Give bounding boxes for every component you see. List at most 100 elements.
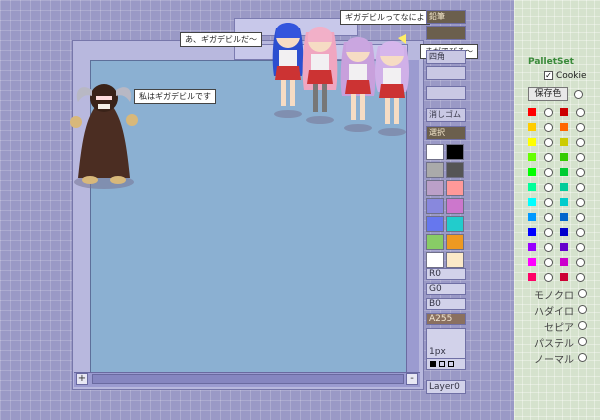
color-swatch[interactable] bbox=[446, 162, 464, 178]
color-swatch[interactable] bbox=[446, 252, 464, 268]
palette-radio[interactable] bbox=[576, 258, 585, 267]
palette-radio[interactable] bbox=[544, 153, 553, 162]
tool-eraser[interactable]: 消しゴム bbox=[426, 108, 466, 122]
preset-label: ハダイロ bbox=[534, 307, 574, 318]
palette-radio[interactable] bbox=[576, 168, 585, 177]
palette-radio[interactable] bbox=[544, 258, 553, 267]
brush-shape-small[interactable] bbox=[448, 361, 454, 367]
palette-radio[interactable] bbox=[576, 213, 585, 222]
palette-swatch[interactable] bbox=[528, 183, 536, 191]
palette-swatch[interactable] bbox=[528, 198, 536, 206]
palette-swatch[interactable] bbox=[560, 138, 568, 146]
palette-swatch[interactable] bbox=[528, 228, 536, 236]
palette-radio[interactable] bbox=[576, 138, 585, 147]
palette-radio[interactable] bbox=[544, 138, 553, 147]
preset-radio[interactable] bbox=[578, 305, 587, 314]
palette-swatch[interactable] bbox=[560, 183, 568, 191]
palette-radio[interactable] bbox=[544, 198, 553, 207]
palette-swatch[interactable] bbox=[560, 108, 568, 116]
palette-swatch[interactable] bbox=[528, 213, 536, 221]
color-swatch[interactable] bbox=[446, 234, 464, 250]
palette-swatch[interactable] bbox=[528, 138, 536, 146]
palette-swatch[interactable] bbox=[560, 273, 568, 281]
palette-swatch[interactable] bbox=[560, 123, 568, 131]
palette-title: PalletSet bbox=[528, 57, 574, 67]
demon-character bbox=[70, 84, 138, 189]
palette-swatch[interactable] bbox=[560, 198, 568, 206]
tool-fill[interactable] bbox=[426, 66, 466, 80]
tool-brush[interactable] bbox=[426, 26, 466, 40]
color-swatch[interactable] bbox=[446, 216, 464, 232]
color-swatch[interactable] bbox=[446, 144, 464, 160]
horizontal-scroll-thumb[interactable] bbox=[92, 374, 404, 384]
palette-radio[interactable] bbox=[544, 168, 553, 177]
demon-speech-bubble: 私はギガデビルです bbox=[134, 89, 216, 104]
palette-swatch[interactable] bbox=[560, 258, 568, 266]
brush-shape-square-outline[interactable] bbox=[439, 361, 445, 367]
palette-radio[interactable] bbox=[544, 123, 553, 132]
brush-size-label: 1px bbox=[429, 347, 446, 357]
palette-panel: PalletSet ✓ Cookie 保存色 モノクロ ハダイロ セピア パステル ノー… bbox=[514, 0, 600, 420]
tool-pencil[interactable]: 鉛筆 bbox=[426, 10, 466, 24]
zoom-out-button[interactable]: - bbox=[406, 373, 418, 385]
characters-group bbox=[272, 23, 409, 136]
palette-swatch[interactable] bbox=[560, 228, 568, 236]
color-swatch[interactable] bbox=[426, 252, 444, 268]
palette-radio[interactable] bbox=[576, 273, 585, 282]
brush-shape-square-filled[interactable] bbox=[430, 361, 436, 367]
palette-swatch[interactable] bbox=[560, 213, 568, 221]
palette-radio[interactable] bbox=[544, 228, 553, 237]
palette-swatch[interactable] bbox=[528, 153, 536, 161]
color-swatch[interactable] bbox=[446, 180, 464, 196]
palette-radio[interactable] bbox=[576, 228, 585, 237]
palette-radio[interactable] bbox=[544, 108, 553, 117]
palette-radio[interactable] bbox=[544, 183, 553, 192]
green-value[interactable]: G0 bbox=[426, 283, 466, 295]
palette-radio[interactable] bbox=[544, 213, 553, 222]
color-swatch[interactable] bbox=[426, 234, 444, 250]
palette-swatch[interactable] bbox=[528, 243, 536, 251]
brush-shape-selector[interactable] bbox=[426, 358, 466, 370]
preset-label: モノクロ bbox=[534, 291, 574, 302]
color-swatch[interactable] bbox=[426, 180, 444, 196]
palette-swatch[interactable] bbox=[528, 108, 536, 116]
palette-radio[interactable] bbox=[576, 183, 585, 192]
cookie-label: Cookie bbox=[556, 71, 587, 81]
preset-radio[interactable] bbox=[578, 353, 587, 362]
save-color-button[interactable]: 保存色 bbox=[528, 87, 568, 101]
palette-swatch[interactable] bbox=[528, 123, 536, 131]
palette-radio[interactable] bbox=[576, 123, 585, 132]
red-value[interactable]: R0 bbox=[426, 268, 466, 280]
blue-value[interactable]: B0 bbox=[426, 298, 466, 310]
palette-radio[interactable] bbox=[576, 243, 585, 252]
palette-swatch[interactable] bbox=[528, 273, 536, 281]
preset-radio[interactable] bbox=[578, 337, 587, 346]
color-swatch[interactable] bbox=[426, 216, 444, 232]
palette-swatch[interactable] bbox=[560, 243, 568, 251]
palette-radio[interactable] bbox=[576, 153, 585, 162]
top-speech-bubble: ギガデビルってなによ bbox=[340, 10, 430, 25]
palette-radio[interactable] bbox=[544, 243, 553, 252]
palette-swatch[interactable] bbox=[528, 258, 536, 266]
cookie-checkbox[interactable]: ✓ bbox=[544, 71, 553, 80]
color-swatch[interactable] bbox=[426, 198, 444, 214]
tool-mask[interactable] bbox=[426, 86, 466, 100]
palette-radio[interactable] bbox=[544, 273, 553, 282]
save-color-radio[interactable] bbox=[574, 90, 583, 99]
palette-radio[interactable] bbox=[576, 198, 585, 207]
color-swatch[interactable] bbox=[426, 162, 444, 178]
palette-radio[interactable] bbox=[576, 108, 585, 117]
palette-swatch[interactable] bbox=[528, 168, 536, 176]
color-swatch[interactable] bbox=[426, 144, 444, 160]
layer-selector[interactable]: Layer0 bbox=[426, 380, 466, 394]
preset-label: セピア bbox=[544, 323, 574, 334]
tool-rect[interactable]: 四角 bbox=[426, 50, 466, 64]
preset-radio[interactable] bbox=[578, 289, 587, 298]
palette-swatch[interactable] bbox=[560, 168, 568, 176]
tool-select[interactable]: 選択 bbox=[426, 126, 466, 140]
preset-radio[interactable] bbox=[578, 321, 587, 330]
color-swatch[interactable] bbox=[446, 198, 464, 214]
palette-swatch[interactable] bbox=[560, 153, 568, 161]
alpha-value[interactable]: A255 bbox=[426, 313, 466, 325]
zoom-in-button[interactable]: + bbox=[76, 373, 88, 385]
